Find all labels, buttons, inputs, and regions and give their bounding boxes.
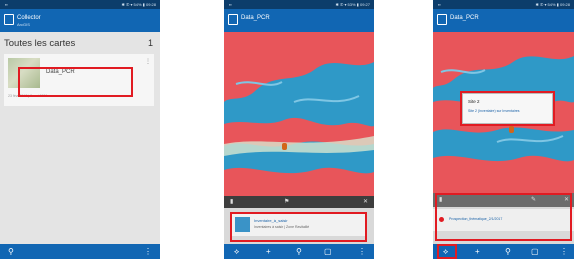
maps-count: 1 [147, 38, 153, 48]
overflow-menu-icon[interactable]: ⋮ [358, 244, 366, 259]
status-bar: ▪▪ ✱ ✆ ▾ 54% ▮ 09:28 [433, 0, 574, 9]
layers-icon[interactable]: ▢ [531, 244, 539, 259]
back-to-maps-icon[interactable] [437, 14, 447, 25]
locate-icon[interactable]: ⟡ [234, 244, 239, 259]
highlight-popup [460, 91, 555, 126]
panel-toolbar: ▮ ⚑ ✕ [224, 196, 374, 208]
add-feature-icon[interactable]: + [266, 244, 271, 259]
search-icon[interactable]: ⚲ [8, 244, 14, 259]
layer-icon[interactable]: ▮ [230, 198, 233, 205]
collector-app-icon[interactable] [4, 14, 14, 25]
overflow-menu-icon[interactable]: ⋮ [144, 244, 152, 259]
map-canvas[interactable] [224, 32, 374, 196]
status-right: ✱ ✆ ▾ 54% ▮ 09:28 [121, 2, 156, 7]
flag-icon[interactable]: ⚑ [284, 198, 289, 205]
phone-collector-maps: ▪▪ ✱ ✆ ▾ 54% ▮ 09:28 Collector ArcGIS To… [0, 0, 160, 259]
status-left: ▪▪ [229, 2, 232, 7]
status-left: ▪▪ [5, 2, 8, 7]
location-pin-icon[interactable] [282, 143, 287, 150]
all-maps-heading: Toutes les cartes [4, 38, 76, 49]
bottom-bar: ⟡ + ⚲ ▢ ⋮ [224, 244, 374, 259]
status-right: ✱ ✆ ▾ 54% ▮ 09:28 [535, 2, 570, 7]
map-layer [224, 32, 374, 196]
add-feature-icon[interactable]: + [475, 244, 480, 259]
highlight-locate-button [437, 244, 457, 259]
layers-icon[interactable]: ▢ [324, 244, 332, 259]
overflow-menu-icon[interactable]: ⋮ [560, 244, 568, 259]
maps-list: Toutes les cartes 1 Data_PCR ⋮ 23 févr.2… [0, 32, 160, 244]
phone-map-view: ▪▪ ✱ ✆ ▾ 53% ▮ 09:27 Data_PCR ▮ ⚑ ✕ Inve… [224, 0, 374, 259]
location-pin-icon[interactable] [509, 126, 514, 133]
app-bar: Data_PCR [224, 9, 374, 32]
back-to-maps-icon[interactable] [228, 14, 238, 25]
status-right: ✱ ✆ ▾ 53% ▮ 09:27 [335, 2, 370, 7]
search-icon[interactable]: ⚲ [505, 244, 511, 259]
highlight-feature-panel [435, 193, 572, 241]
card-menu-icon[interactable]: ⋮ [145, 58, 151, 65]
status-bar: ▪▪ ✱ ✆ ▾ 53% ▮ 09:27 [224, 0, 374, 9]
highlight-map-card [18, 67, 133, 97]
app-title: Collector [17, 15, 41, 21]
map-title: Data_PCR [241, 15, 270, 21]
map-title: Data_PCR [450, 15, 479, 21]
app-subtitle: ArcGIS [17, 22, 30, 27]
bottom-bar: ⚲ ⋮ [0, 244, 160, 259]
highlight-feature-item [230, 212, 367, 242]
app-bar: Data_PCR [433, 9, 574, 32]
status-bar: ▪▪ ✱ ✆ ▾ 54% ▮ 09:28 [0, 0, 160, 9]
search-icon[interactable]: ⚲ [296, 244, 302, 259]
status-left: ▪▪ [438, 2, 441, 7]
close-icon[interactable]: ✕ [363, 198, 368, 205]
app-bar: Collector ArcGIS [0, 9, 160, 32]
phone-feature-popup: ▪▪ ✱ ✆ ▾ 54% ▮ 09:28 Data_PCR Site 2 Sit… [433, 0, 574, 259]
